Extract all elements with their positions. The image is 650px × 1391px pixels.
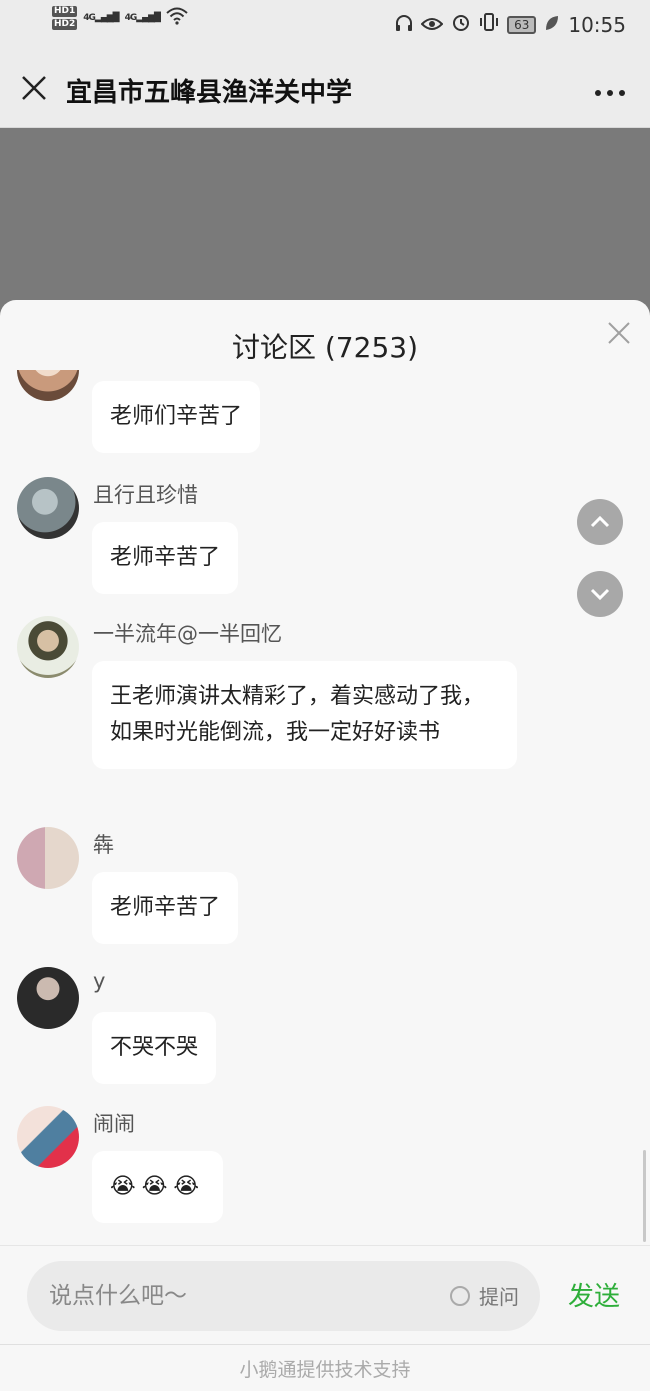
hd-indicators: HD1 HD2 [52,6,78,30]
nickname: 闹闹 [93,1112,135,1136]
footer-credit: 小鹅通提供技术支持 [0,1344,650,1391]
avatar[interactable] [17,370,79,401]
ask-label[interactable]: 提问 [479,1281,519,1310]
eye-icon [420,13,444,37]
message-list[interactable]: 老师们辛苦了 且行且珍惜 老师辛苦了 一半流年@一半回忆 王老师演讲太精彩了，着… [0,370,650,1250]
close-icon[interactable] [14,68,54,108]
wifi-icon [166,7,188,30]
nickname: 一半流年@一半回忆 [93,622,282,646]
message-bubble: 老师辛苦了 [92,872,239,944]
comment-input-box: 提问 [27,1261,540,1331]
nickname: 犇 [93,833,114,857]
message-bubble: 不哭不哭 [92,1012,217,1084]
avatar[interactable] [17,967,79,1029]
input-row: 提问 发送 [0,1245,650,1345]
scrollbar[interactable] [643,1150,646,1242]
ask-radio[interactable] [450,1286,470,1306]
page-title: 宜昌市五峰县渔洋关中学 [66,78,353,108]
avatar[interactable] [17,827,79,889]
leaf-icon [544,13,560,37]
message-bubble: 王老师演讲太精彩了，着实感动了我，如果时光能倒流，我一定好好读书 [92,661,517,769]
alarm-icon [451,12,471,37]
message-bubble: 老师们辛苦了 [92,381,261,453]
comment-input[interactable] [49,1261,429,1331]
hd1-badge: HD1 [52,6,78,17]
video-player-area[interactable] [0,128,650,328]
nav-bar: 宜昌市五峰县渔洋关中学 [0,50,650,128]
status-left: HD1 HD2 4G▂▄▆█ 4G▂▄▆█ [52,6,188,30]
clock-time: 10:55 [568,12,626,37]
more-icon[interactable] [594,68,626,108]
message-bubble: 老师辛苦了 [92,522,239,594]
scroll-down-button[interactable] [577,571,623,617]
hd2-badge: HD2 [52,19,78,30]
nickname: y [93,969,106,993]
avatar[interactable] [17,477,79,539]
nickname: 且行且珍惜 [93,483,198,507]
discussion-title: 讨论区 (7253) [231,331,418,364]
discussion-panel: 讨论区 (7253) 老师们辛苦了 且行且珍惜 老师辛苦了 一半流年@一半回忆 … [0,300,650,1391]
battery-icon: 63 [507,15,537,34]
message-bubble: 😭😭😭 [92,1151,224,1223]
status-right: 63 10:55 [395,12,626,37]
vibrate-icon [479,12,499,37]
avatar[interactable] [17,616,79,678]
headphone-icon [395,13,413,37]
close-icon[interactable] [608,316,630,352]
discussion-header: 讨论区 (7253) [0,300,650,380]
status-bar: HD1 HD2 4G▂▄▆█ 4G▂▄▆█ 63 10:55 [0,0,650,50]
signal-1: 4G▂▄▆█ [83,13,119,23]
scroll-up-button[interactable] [577,499,623,545]
signal-2: 4G▂▄▆█ [124,13,161,23]
send-button[interactable]: 发送 [568,1276,620,1313]
avatar[interactable] [17,1106,79,1168]
